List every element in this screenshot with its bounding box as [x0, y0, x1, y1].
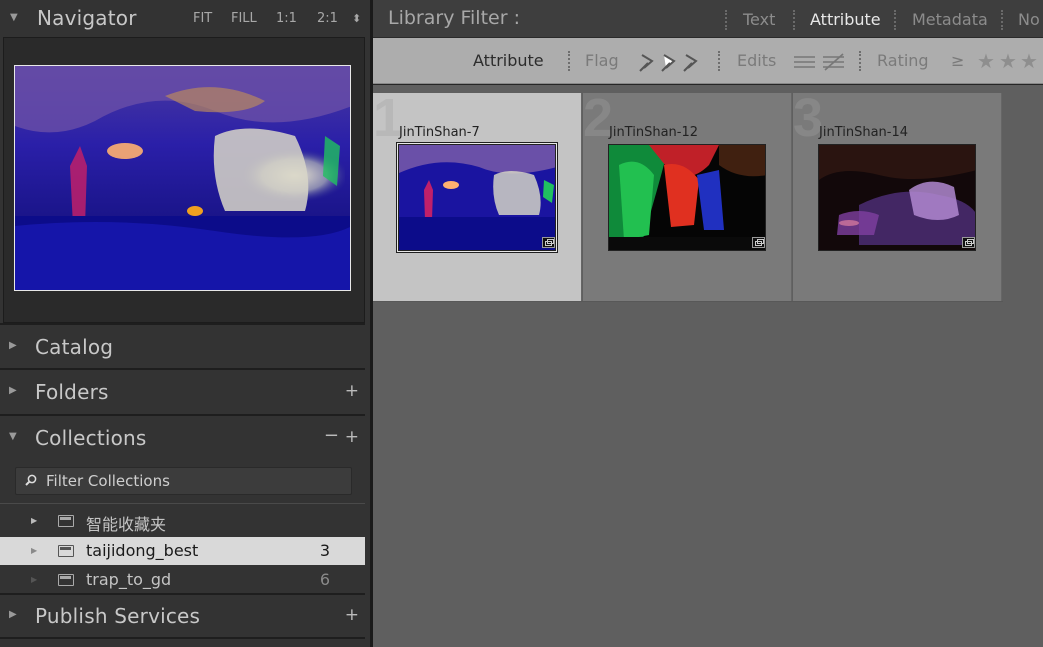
folders-header[interactable]: ▶ Folders +: [0, 371, 367, 415]
collection-triangle-icon: ▶: [31, 575, 38, 584]
filter-collections-box[interactable]: [15, 467, 352, 495]
tab-separator: [725, 10, 727, 30]
edits-label: Edits: [737, 51, 777, 70]
rating-operator[interactable]: ≥: [951, 51, 964, 70]
search-icon: [25, 474, 37, 486]
publish-services-title: Publish Services: [35, 604, 201, 628]
tab-separator: [1001, 10, 1003, 30]
thumbnail-grid[interactable]: 1 JinTinShan-7 2 JinTinShan-12 3 JinTinS…: [373, 85, 1043, 647]
grid-cell-selected[interactable]: 1 JinTinShan-7: [373, 88, 582, 301]
cell-filename: JinTinShan-12: [609, 125, 699, 140]
add-publish-service-icon[interactable]: +: [345, 605, 359, 625]
collection-name: taijidong_best: [86, 541, 199, 560]
collection-icon: [58, 545, 74, 557]
rating-label: Rating: [877, 51, 929, 70]
grid-top-strip: [373, 85, 1043, 93]
expand-triangle-icon[interactable]: ▶: [9, 340, 17, 351]
panel-separator: [0, 414, 365, 416]
library-filter-bar: Library Filter : Text Attribute Metadata…: [373, 0, 1043, 38]
flag-label: Flag: [585, 51, 619, 70]
folders-title: Folders: [35, 380, 109, 404]
catalog-title: Catalog: [35, 335, 114, 359]
thumbnail-image[interactable]: [818, 144, 976, 251]
cave-rgb-thumbnail: [609, 145, 765, 250]
panel-separator: [0, 368, 365, 370]
tab-separator: [894, 10, 896, 30]
edits-filter-icons[interactable]: [793, 52, 847, 72]
collection-count: 6: [319, 570, 330, 589]
filter-collections-input[interactable]: [46, 470, 336, 492]
star-icon[interactable]: ★: [1020, 49, 1038, 73]
zoom-1to1-button[interactable]: 1:1: [276, 11, 297, 26]
collection-set-row[interactable]: ▶ 智能收藏夹: [0, 507, 365, 535]
collection-badge-icon[interactable]: [542, 237, 555, 248]
expand-triangle-icon[interactable]: ▶: [31, 516, 37, 525]
grid-row-separator: [373, 301, 1003, 302]
tab-metadata[interactable]: Metadata: [912, 10, 988, 29]
collection-set-icon: [58, 515, 74, 527]
collapse-triangle-icon[interactable]: ▼: [10, 12, 18, 23]
pick-flag-icon: [641, 54, 654, 69]
cave-blue-thumbnail: [399, 145, 555, 250]
tab-text[interactable]: Text: [743, 10, 775, 29]
collection-badge-icon[interactable]: [752, 237, 765, 248]
collection-row-selected[interactable]: ▶ taijidong_best 3: [0, 537, 365, 565]
collection-name: trap_to_gd: [86, 570, 172, 589]
grid-cell[interactable]: 3 JinTinShan-14: [793, 88, 1002, 301]
zoom-fill-button[interactable]: FILL: [231, 11, 257, 26]
tab-separator: [793, 10, 795, 30]
cell-filename: JinTinShan-14: [819, 125, 909, 140]
panel-separator: [0, 637, 365, 639]
attr-separator: [718, 51, 720, 71]
panel-separator: [0, 323, 365, 325]
expand-triangle-icon[interactable]: ▶: [9, 609, 17, 620]
library-filter-title: Library Filter :: [388, 7, 520, 29]
catalog-header[interactable]: ▶ Catalog: [0, 326, 367, 370]
thumbnail-image[interactable]: [398, 144, 556, 251]
zoom-menu-icon[interactable]: ⬍: [352, 12, 361, 25]
zoom-2to1-button[interactable]: 2:1: [317, 11, 338, 26]
attribute-label: Attribute: [473, 51, 544, 70]
collection-count: 3: [319, 541, 330, 560]
thumbnail-image[interactable]: [608, 144, 766, 251]
collections-title: Collections: [35, 426, 147, 450]
collection-triangle-icon: ▶: [31, 546, 38, 555]
zoom-fit-button[interactable]: FIT: [193, 11, 212, 26]
remove-collection-icon[interactable]: −: [324, 425, 339, 446]
collection-badge-icon[interactable]: [962, 237, 975, 248]
attribute-filter-bar: Attribute Flag Edits Rating ≥ ★ ★ ★: [373, 38, 1043, 84]
publish-services-header[interactable]: ▶ Publish Services +: [0, 595, 367, 639]
expand-triangle-icon[interactable]: ▶: [9, 385, 17, 396]
add-folder-icon[interactable]: +: [345, 381, 359, 401]
attr-separator: [859, 51, 861, 71]
tab-attribute[interactable]: Attribute: [810, 10, 881, 29]
cave-purple-thumbnail: [819, 145, 975, 250]
add-collection-icon[interactable]: +: [345, 427, 359, 447]
navigator-preview[interactable]: [14, 65, 351, 291]
list-separator: [0, 503, 365, 504]
flag-filter-icons[interactable]: [638, 51, 704, 73]
tab-none[interactable]: No: [1018, 10, 1040, 29]
navigator-title: Navigator: [37, 6, 137, 30]
collections-header[interactable]: ▼ Collections − +: [0, 417, 367, 461]
grid-cell[interactable]: 2 JinTinShan-12: [583, 88, 792, 301]
cell-filename: JinTinShan-7: [399, 125, 480, 140]
collection-row[interactable]: ▶ trap_to_gd 6: [0, 566, 365, 594]
star-icon[interactable]: ★: [999, 49, 1017, 73]
collection-name: 智能收藏夹: [86, 515, 167, 534]
collapse-triangle-icon[interactable]: ▼: [9, 431, 17, 442]
star-icon[interactable]: ★: [977, 49, 995, 73]
attr-separator: [568, 51, 570, 71]
left-panel: ▼ Navigator FIT FILL 1:1 2:1 ⬍ ▶ Catalog…: [0, 0, 370, 647]
cave-preview-image: [15, 66, 350, 290]
collection-icon: [58, 574, 74, 586]
